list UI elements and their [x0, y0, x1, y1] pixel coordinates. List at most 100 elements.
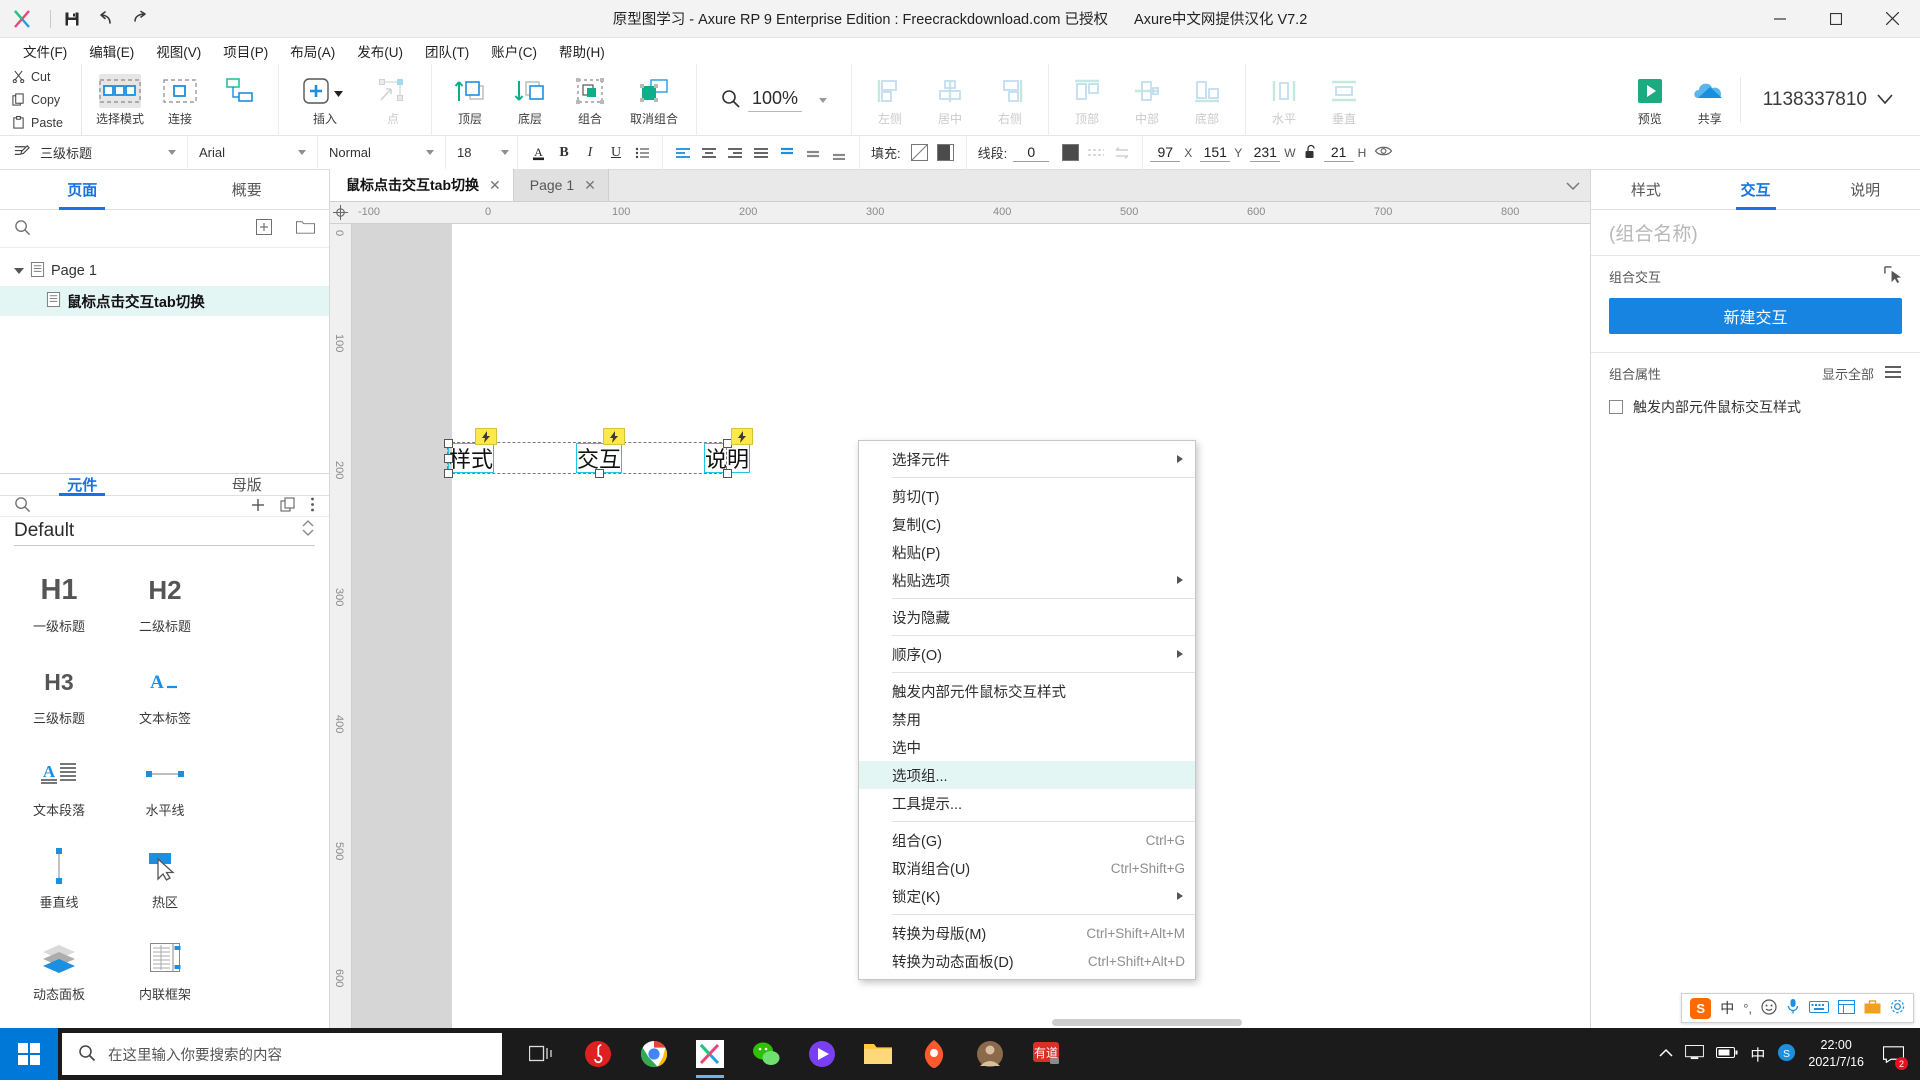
paste-button[interactable]: Paste [12, 111, 81, 134]
widget-h3[interactable]: H3 三级标题 [6, 652, 112, 744]
resize-handle[interactable] [595, 469, 604, 478]
ime-toolbox-icon[interactable] [1864, 999, 1881, 1017]
align-left-button[interactable]: 左侧 [860, 67, 920, 133]
youdao-icon[interactable]: 有道 [1020, 1028, 1072, 1080]
ctx-cut[interactable]: 剪切(T) [859, 482, 1195, 510]
font-weight-dropdown[interactable]: Normal [325, 141, 438, 165]
windows-start-icon[interactable] [0, 1028, 58, 1080]
trigger-inner-style-row[interactable]: 触发内部元件鼠标交互样式 [1591, 393, 1920, 417]
tab-masters[interactable]: 母版 [165, 474, 330, 495]
ctx-trigger-inner-style[interactable]: 触发内部元件鼠标交互样式 [859, 677, 1195, 705]
tab-notes[interactable]: 说明 [1810, 170, 1920, 209]
ctx-disable[interactable]: 禁用 [859, 705, 1195, 733]
task-view-icon[interactable] [516, 1028, 568, 1080]
ctx-group[interactable]: 组合(G) Ctrl+G [859, 826, 1195, 854]
bullet-list-button[interactable] [629, 140, 655, 166]
ime-keyboard-icon[interactable] [1809, 1000, 1829, 1017]
menu-team[interactable]: 团队(T) [414, 38, 480, 64]
align-top-button[interactable]: 顶部 [1057, 67, 1117, 133]
height-input[interactable]: 21 [1323, 144, 1354, 162]
align-right-button[interactable]: 右侧 [980, 67, 1040, 133]
chevron-down-icon[interactable] [1566, 179, 1580, 194]
ime-settings-icon[interactable] [1890, 999, 1905, 1017]
ime-toolbar[interactable]: S 中 °, [1681, 993, 1914, 1023]
widget-text-paragraph[interactable]: A 文本段落 [6, 744, 112, 836]
widget-dynamic-panel[interactable]: 动态面板 [6, 928, 112, 1020]
group-button[interactable]: 组合 [560, 67, 620, 133]
netease-music-icon[interactable] [572, 1028, 624, 1080]
more-vertical-icon[interactable] [310, 496, 315, 516]
plus-icon[interactable] [250, 497, 266, 516]
font-family-dropdown[interactable]: Arial [195, 141, 310, 165]
ime-punctuation-icon[interactable]: °, [1743, 1001, 1752, 1016]
widget-h1[interactable]: H1 一级标题 [6, 560, 112, 652]
width-input[interactable]: 231 [1250, 144, 1281, 162]
valign-middle-button[interactable] [800, 140, 826, 166]
cut-button[interactable]: Cut [12, 65, 81, 88]
ctx-ungroup[interactable]: 取消组合(U) Ctrl+Shift+G [859, 854, 1195, 882]
tree-row-page1[interactable]: Page 1 [0, 256, 329, 286]
italic-button[interactable]: I [577, 140, 603, 166]
battery-icon[interactable] [1716, 1046, 1738, 1062]
canvas-tab-active[interactable]: 鼠标点击交互tab切换 ✕ [330, 169, 514, 201]
redo-icon[interactable] [123, 4, 157, 34]
align-text-left-button[interactable] [670, 140, 696, 166]
fill-none-swatch[interactable] [907, 140, 933, 166]
tab-style[interactable]: 样式 [1591, 170, 1701, 209]
chevron-updown-icon[interactable] [301, 517, 315, 545]
bring-to-front-button[interactable]: 顶层 [440, 67, 500, 133]
eye-icon[interactable] [1374, 144, 1393, 161]
copy-library-icon[interactable] [280, 497, 296, 516]
canvas-context-menu[interactable]: 选择元件 剪切(T) 复制(C) 粘贴(P) 粘贴选项 设为隐藏 顺序(O) 触… [858, 440, 1196, 980]
canvas-horizontal-scrollbar[interactable] [1052, 1019, 1242, 1026]
ctx-lock[interactable]: 锁定(K) [859, 882, 1195, 910]
ime-voice-icon[interactable] [1786, 998, 1800, 1018]
align-text-center-button[interactable] [696, 140, 722, 166]
share-button[interactable]: 共享 [1680, 67, 1740, 133]
arrow-style-button[interactable] [1109, 140, 1135, 166]
tab-outline[interactable]: 概要 [165, 170, 330, 209]
widget-h2[interactable]: H2 二级标题 [112, 560, 218, 652]
undo-icon[interactable] [89, 4, 123, 34]
account-menu[interactable]: 1138337810 [1739, 76, 1920, 123]
menu-view[interactable]: 视图(V) [145, 38, 212, 64]
tray-ime-indicator[interactable]: 中 [1750, 1044, 1765, 1065]
line-style-button[interactable] [1083, 140, 1109, 166]
tab-widgets[interactable]: 元件 [0, 474, 165, 495]
line-width-input[interactable]: 0 [1013, 144, 1050, 162]
chevron-down-icon[interactable] [168, 150, 176, 155]
menu-publish[interactable]: 发布(U) [346, 38, 414, 64]
notification-icon[interactable]: 2 [1876, 1028, 1910, 1080]
chevron-down-icon[interactable] [501, 150, 509, 155]
line-color-swatch[interactable] [1057, 140, 1083, 166]
zoom-control[interactable]: 100% [705, 88, 843, 112]
zoom-value[interactable]: 100% [748, 88, 803, 112]
widget-inline-frame[interactable]: 内联框架 [112, 928, 218, 1020]
ime-panel-icon[interactable] [1838, 999, 1855, 1017]
send-to-back-button[interactable]: 底层 [500, 67, 560, 133]
distribute-vertical-button[interactable]: 垂直 [1314, 67, 1374, 133]
group-name-input[interactable]: (组合名称) [1591, 210, 1920, 256]
interaction-badge-icon[interactable] [475, 428, 497, 445]
y-position-input[interactable]: 151 [1200, 144, 1231, 162]
taskbar-clock[interactable]: 22:00 2021/7/16 [1808, 1037, 1864, 1071]
photo-app-icon[interactable] [964, 1028, 1016, 1080]
ctx-option-group[interactable]: 选项组... [859, 761, 1195, 789]
search-icon[interactable] [14, 219, 31, 239]
chrome-icon[interactable] [628, 1028, 680, 1080]
tab-pages[interactable]: 页面 [0, 170, 165, 209]
sogou-ime-logo-icon[interactable]: S [1690, 997, 1712, 1019]
add-page-icon[interactable] [256, 219, 272, 238]
font-size-dropdown[interactable]: 18 [453, 141, 513, 165]
widget-vertical-line[interactable]: 垂直线 [6, 836, 112, 928]
preview-button[interactable]: 预览 [1620, 67, 1680, 133]
widget-text-label[interactable]: A 文本标签 [112, 652, 218, 744]
chevron-down-icon[interactable] [14, 268, 24, 274]
copy-button[interactable]: Copy [12, 88, 81, 111]
canvas-widget-style[interactable]: 样式 [448, 443, 494, 473]
ctx-convert-to-dynamic-panel[interactable]: 转换为动态面板(D) Ctrl+Shift+Alt+D [859, 947, 1195, 975]
ctx-select-widget[interactable]: 选择元件 [859, 445, 1195, 473]
style-dropdown[interactable]: 三级标题 [36, 141, 180, 165]
search-icon[interactable] [14, 496, 31, 516]
minimize-button[interactable] [1752, 0, 1808, 38]
